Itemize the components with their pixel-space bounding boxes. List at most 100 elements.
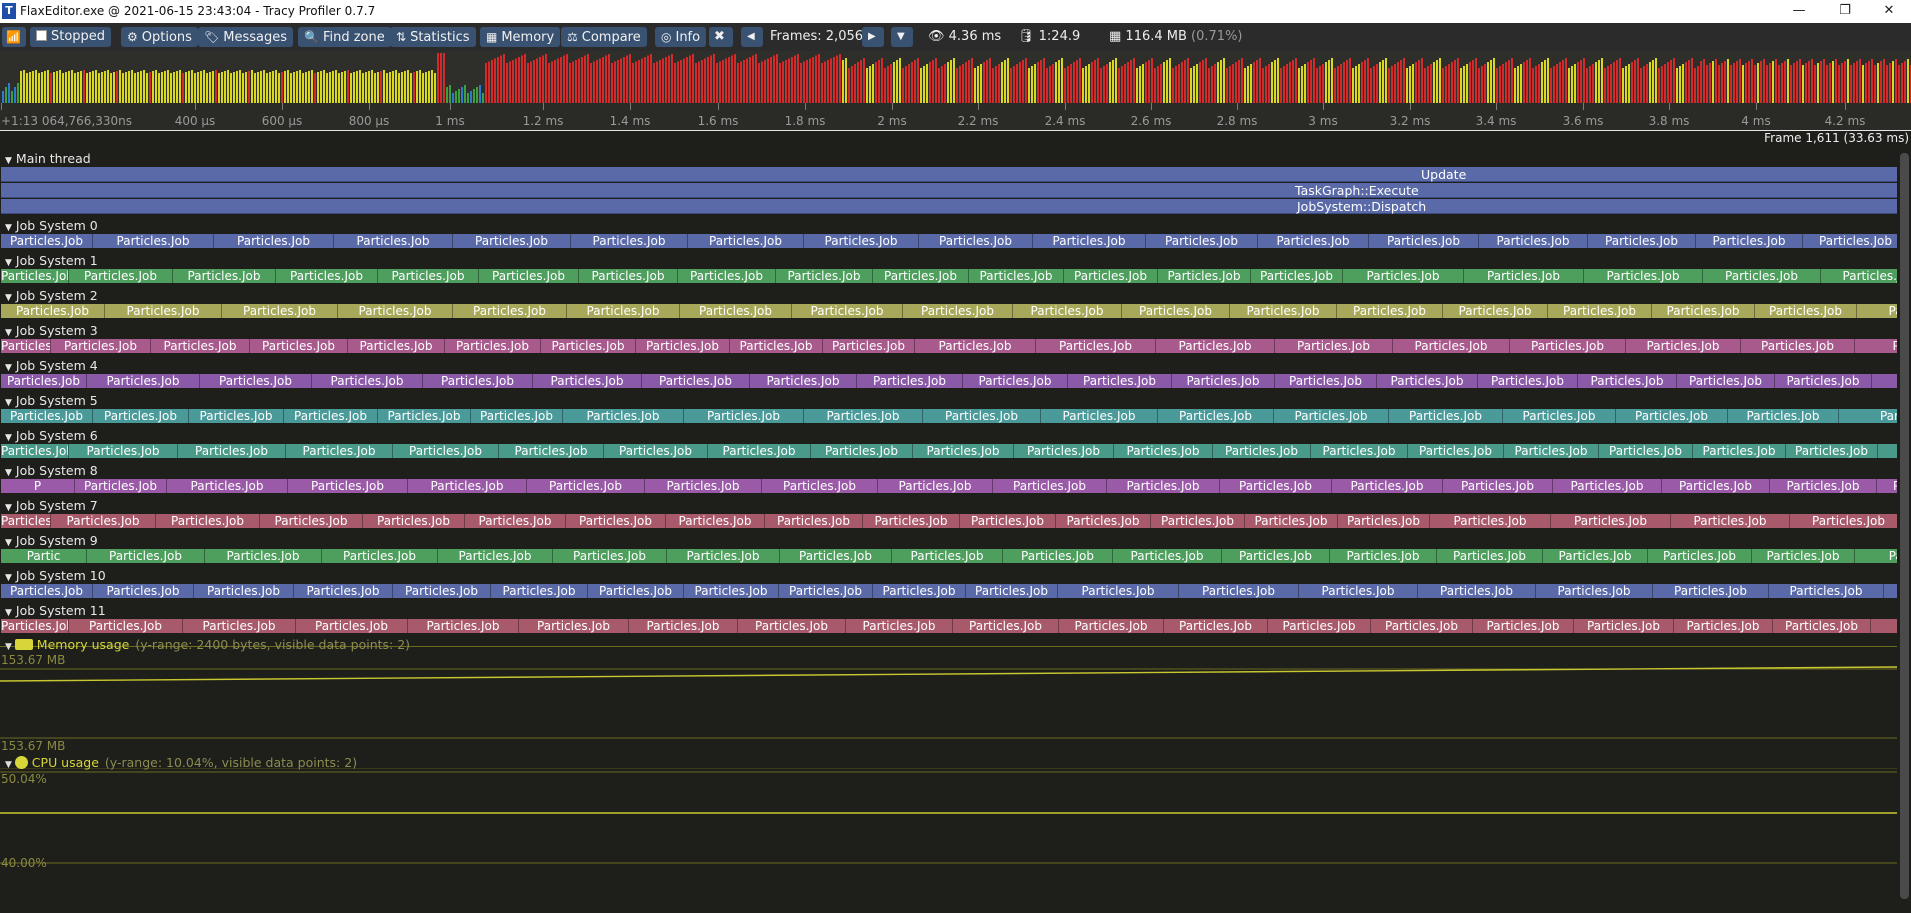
zone-particles-job[interactable]: Particles.Job (69, 619, 183, 633)
frame-bar[interactable] (1196, 64, 1198, 103)
frame-bar[interactable] (956, 68, 958, 103)
frame-bar[interactable] (1448, 64, 1450, 103)
frame-bar[interactable] (1721, 63, 1723, 103)
frame-bar[interactable] (320, 71, 322, 103)
frame-bar[interactable] (923, 66, 925, 103)
frame-bar[interactable] (1376, 64, 1378, 103)
zone-particles-job[interactable]: Particles.Job (167, 479, 288, 493)
zone-particles-job[interactable]: Particles.Job (183, 619, 296, 633)
frame-bar[interactable] (470, 91, 472, 103)
frame-bar[interactable] (884, 68, 886, 103)
job-system-track[interactable]: Particles.JobParticles.JobParticles.JobP… (1, 444, 1897, 458)
frame-bar[interactable] (986, 60, 988, 103)
frame-bar[interactable] (1880, 61, 1882, 103)
frame-bar[interactable] (785, 60, 787, 103)
frame-bar[interactable] (1775, 59, 1777, 103)
zone-particles-job[interactable]: Particles.Job (779, 584, 873, 598)
frame-bar[interactable] (1826, 65, 1828, 103)
frame-bar[interactable] (278, 73, 280, 103)
frame-bar[interactable] (365, 72, 367, 103)
zone-particles-job[interactable]: Particles.Job (1437, 549, 1543, 563)
zone-particles-job[interactable]: Particles.Job (1548, 304, 1652, 318)
frame-bar[interactable] (1592, 64, 1594, 103)
frame-bar[interactable] (845, 58, 847, 103)
zone-particles-job[interactable]: Particle (1871, 619, 1897, 633)
frame-bar[interactable] (1256, 60, 1258, 103)
time-ruler[interactable]: +1:13 064,766,330ns 400 µs 600 µs 800 µs 1 m… (0, 103, 1911, 131)
frame-bar[interactable] (1694, 68, 1696, 103)
frame-bar[interactable] (1142, 64, 1144, 103)
frame-bar[interactable] (1862, 65, 1864, 103)
zone-particles-job[interactable]: Particles.Job (903, 304, 1013, 318)
frame-bar[interactable] (1604, 68, 1606, 103)
zone-particles-job[interactable]: Par (1872, 374, 1897, 388)
frame-bar[interactable] (341, 72, 343, 103)
frame-bar[interactable] (1508, 60, 1510, 103)
zone-particles-job[interactable]: Particles.Job (1775, 374, 1872, 388)
frame-bar[interactable] (1727, 59, 1729, 103)
frame-bar[interactable] (1205, 58, 1207, 103)
frame-bar[interactable] (179, 70, 181, 103)
zone-particles-job[interactable]: Particles.Job (1068, 374, 1172, 388)
frame-bar[interactable] (1382, 60, 1384, 103)
zone-particles-job[interactable]: Particles.Job (1274, 409, 1389, 423)
main-thread-header[interactable]: ▼ Main thread (5, 151, 91, 167)
zone-particles-job[interactable]: Particles.Job (915, 339, 1036, 353)
zone-particles-job[interactable]: Particles.Job (276, 269, 378, 283)
zone-particles-job[interactable]: Particles.Job (1464, 269, 1584, 283)
frame-bar[interactable] (509, 61, 511, 104)
frame-bar[interactable] (239, 70, 241, 103)
frame-bar[interactable] (629, 54, 631, 103)
frame-bar[interactable] (620, 58, 622, 104)
job-system-header[interactable]: ▼ Job System 10 (5, 568, 106, 584)
frame-bar[interactable] (1160, 64, 1162, 103)
zone-particles-job[interactable]: Partic (1855, 549, 1897, 563)
frame-bar[interactable] (995, 66, 997, 103)
zone-particles-job[interactable]: Particles.Job (1728, 409, 1839, 423)
frame-bar[interactable] (1217, 62, 1219, 103)
frame-bar[interactable] (164, 71, 166, 103)
job-system-header[interactable]: ▼ Job System 6 (5, 428, 98, 444)
frame-bar[interactable] (170, 73, 172, 103)
frame-bar[interactable] (515, 58, 517, 104)
frame-bar[interactable] (1208, 68, 1210, 103)
frame-bar[interactable] (1148, 60, 1150, 103)
zone-particles-job[interactable]: Particles.Job (730, 339, 823, 353)
frame-bar[interactable] (1865, 63, 1867, 103)
zone-particles-job[interactable]: Particles.Job (776, 269, 873, 283)
frame-bar[interactable] (1670, 60, 1672, 103)
frame-bar[interactable] (1781, 63, 1783, 103)
zone-particles-job[interactable]: Particles.Job (1551, 514, 1671, 528)
frame-bar[interactable] (806, 60, 808, 103)
zone-particles-job[interactable]: Particles.Job (1, 619, 69, 633)
frame-bar[interactable] (299, 70, 301, 103)
zone-particles-job[interactable]: Particles.Job (491, 584, 588, 598)
frame-bar[interactable] (1580, 60, 1582, 103)
frame-bar[interactable] (1535, 66, 1537, 103)
frame-bar[interactable] (518, 57, 520, 103)
frame-bar[interactable] (575, 60, 577, 103)
frame-bar[interactable] (1886, 65, 1888, 103)
frame-bar[interactable] (230, 73, 232, 103)
frame-bar[interactable] (1904, 61, 1906, 103)
frame-bar[interactable] (1100, 68, 1102, 103)
frame-bar[interactable] (1646, 64, 1648, 103)
frame-bar[interactable] (506, 63, 508, 103)
zone-particles-job[interactable]: Particles.Job (666, 514, 765, 528)
frame-bar[interactable] (83, 70, 85, 103)
zone-particles-job[interactable]: Particles.Job (1408, 444, 1504, 458)
zone-particles-job[interactable]: Particles.Job (1755, 304, 1857, 318)
frame-bar[interactable] (545, 54, 547, 103)
frame-bar[interactable] (950, 60, 952, 103)
frame-bar[interactable] (404, 71, 406, 103)
zone-particles-job[interactable]: Particles.Job (1338, 514, 1430, 528)
zone-jobsystem-dispatch[interactable]: JobSystem::Dispatch (1, 199, 1897, 214)
frame-bar[interactable] (800, 63, 802, 103)
frame-bar[interactable] (617, 60, 619, 103)
zone-particles-job[interactable]: Particles.Job (1, 339, 51, 353)
frame-bar[interactable] (461, 87, 463, 103)
frame-bar[interactable] (287, 70, 289, 103)
zone-particles-job[interactable]: Particles.Job (156, 514, 260, 528)
frame-bar[interactable] (1769, 63, 1771, 103)
frame-bar[interactable] (1037, 62, 1039, 103)
